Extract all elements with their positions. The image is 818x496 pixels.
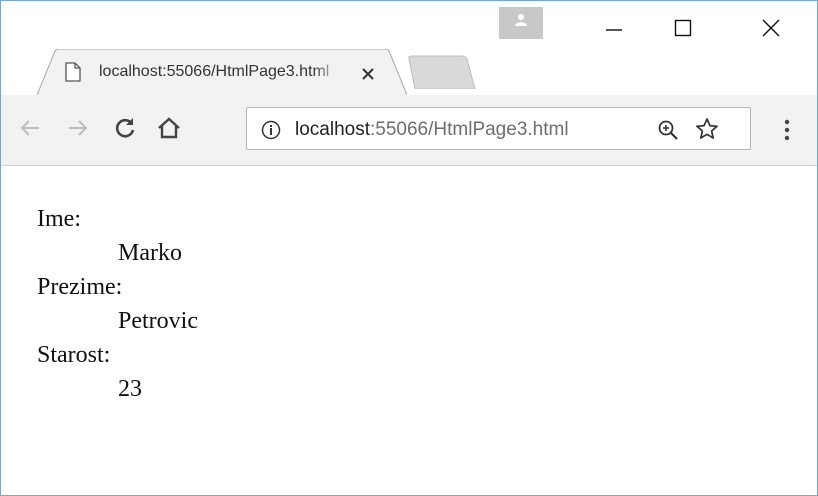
forward-button[interactable] [63,113,93,143]
maximize-icon [674,19,692,37]
profile-icon [515,14,527,26]
url-host: localhost [295,119,370,140]
value-ime: Marko [118,240,182,266]
back-icon [20,120,39,136]
menu-button[interactable] [777,117,797,143]
page-icon [65,62,81,82]
back-button[interactable] [15,113,45,143]
label-starost: Starost: [37,342,111,368]
reload-icon [115,118,135,138]
definition-list: Ime: Marko Prezime: Petrovic Starost: 23 [37,202,198,406]
reload-button[interactable] [110,113,140,143]
zoom-icon[interactable] [657,119,679,141]
star-icon[interactable] [695,117,719,141]
maximize-button[interactable] [663,9,703,45]
url-text[interactable]: localhost:55066/HtmlPage3.html [295,118,645,144]
home-icon [158,117,180,139]
address-bar[interactable]: localhost:55066/HtmlPage3.html [246,107,751,150]
label-ime: Ime: [37,206,81,232]
close-icon [762,19,780,37]
forward-icon [69,120,88,136]
value-prezime: Petrovic [118,308,198,334]
label-prezime: Prezime: [37,274,123,300]
toolbar: localhost:55066/HtmlPage3.html [1,95,817,166]
title-bar: localhost:55066/HtmlPage3.html [1,1,817,95]
minimize-button[interactable] [594,9,634,45]
minimize-icon [606,29,622,31]
page-content: Ime: Marko Prezime: Petrovic Starost: 23 [1,166,817,495]
tab-active[interactable]: localhost:55066/HtmlPage3.html [37,49,407,95]
profile-button[interactable] [499,7,543,39]
info-icon[interactable] [261,120,281,140]
url-path: :55066/HtmlPage3.html [370,119,569,140]
new-tab-button[interactable] [407,55,477,89]
close-button[interactable] [751,9,791,45]
menu-icon [784,119,790,141]
browser-window: localhost:55066/HtmlPage3.html localhost… [0,0,818,496]
tab-title: localhost:55066/HtmlPage3.html [99,63,330,80]
value-starost: 23 [118,376,142,402]
tab-close-icon[interactable] [359,65,377,83]
home-button[interactable] [154,113,184,143]
